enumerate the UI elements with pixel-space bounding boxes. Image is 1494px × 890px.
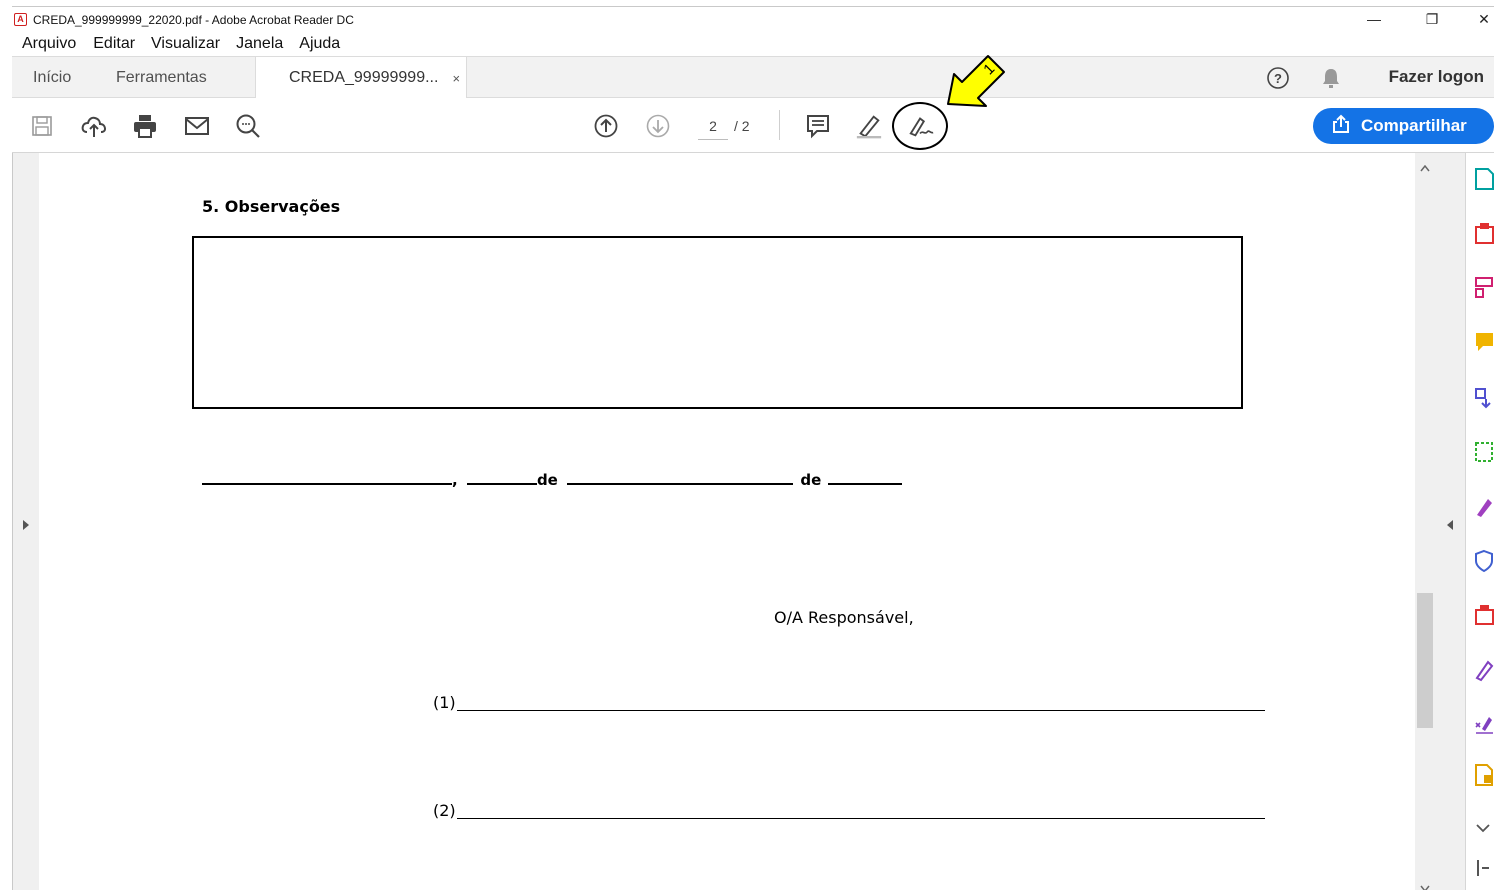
scroll-thumb[interactable] [1417,593,1433,728]
page-total: / 2 [734,118,750,134]
pdf-icon: A [14,13,27,26]
right-panel-toggle-area [1435,153,1465,890]
tab-document-label: CREDA_99999999... [289,69,439,86]
document-viewport[interactable]: 5. Observações , de de O/A Responsável, … [12,153,1494,890]
email-icon[interactable] [183,112,211,140]
fill-sign-icon[interactable] [1474,495,1494,524]
save-icon[interactable] [28,112,56,140]
day-blank [466,470,537,485]
comment-icon[interactable] [804,112,832,140]
window-title: CREDA_999999999_22020.pdf - Adobe Acroba… [33,12,354,27]
highlight-circle [892,102,948,150]
signature-1-label: (1) [433,693,456,712]
tab-document[interactable]: CREDA_99999999... × [255,57,467,99]
print-production-icon[interactable] [1474,603,1494,632]
tab-ferramentas[interactable]: Ferramentas [116,57,207,98]
login-link[interactable]: Fazer logon [1389,67,1484,87]
tools-pane [1465,153,1494,890]
request-signature-icon[interactable] [1474,711,1494,740]
export-pdf-icon[interactable] [1474,167,1494,196]
menu-ajuda[interactable]: Ajuda [299,35,340,53]
left-panel-collapsed [12,153,39,890]
menu-arquivo[interactable]: Arquivo [22,35,76,53]
tab-bar: Início Ferramentas CREDA_99999999... × ?… [12,56,1494,99]
section-heading: 5. Observações [202,197,341,216]
protect-icon[interactable] [1474,549,1494,578]
vertical-scrollbar[interactable] [1415,153,1435,890]
comment-tool-icon[interactable] [1474,330,1494,359]
bell-icon[interactable] [1320,66,1342,95]
observations-box [192,236,1243,409]
highlight-pen-icon[interactable] [855,112,883,140]
more-tools-chevron-icon[interactable] [1476,820,1490,838]
previous-page-icon[interactable] [592,112,620,140]
share-button[interactable]: Compartilhar [1313,108,1494,144]
page-number-input[interactable]: 2 [698,116,728,140]
close-button[interactable]: ✕ [1462,7,1494,31]
expand-left-panel-icon[interactable] [22,518,30,536]
menu-bar: Arquivo Editar Visualizar Janela Ajuda [12,32,1494,56]
menu-janela[interactable]: Janela [236,35,283,53]
tab-inicio[interactable]: Início [33,57,71,98]
menu-editar[interactable]: Editar [93,35,135,53]
share-label: Compartilhar [1361,116,1467,135]
menu-visualizar[interactable]: Visualizar [151,35,220,53]
signature-2-line [457,818,1265,819]
date-de-2: de [800,471,822,489]
restore-button[interactable]: ❐ [1410,7,1454,31]
sign-tool-icon[interactable] [1474,658,1494,687]
send-review-icon[interactable] [1474,763,1494,792]
year-blank [828,470,903,485]
compress-icon[interactable] [1474,440,1494,469]
help-icon[interactable]: ? [1266,66,1290,95]
responsible-label: O/A Responsável, [774,608,914,627]
scroll-up-icon[interactable] [1420,159,1430,177]
date-line: , de de [202,470,903,489]
toolbar: 2 / 2 Compartilhar [12,98,1494,153]
next-page-icon[interactable] [644,112,672,140]
tab-close-icon[interactable]: × [452,71,460,86]
cloud-upload-icon[interactable] [80,112,108,140]
customize-tools-icon[interactable] [1476,858,1490,883]
month-blank [567,470,794,485]
toolbar-divider [779,110,780,140]
signature-2-label: (2) [433,801,456,820]
pdf-page: 5. Observações , de de O/A Responsável, … [39,153,1427,890]
minimize-button[interactable]: — [1352,7,1396,31]
title-bar: A CREDA_999999999_22020.pdf - Adobe Acro… [12,6,1494,32]
signature-1-line [457,710,1265,711]
combine-files-icon[interactable] [1474,385,1494,414]
zoom-search-icon[interactable] [234,112,262,140]
create-pdf-icon[interactable] [1474,221,1494,250]
svg-text:?: ? [1274,71,1282,86]
callout-arrow-icon: 1 [947,55,1005,107]
date-de-1: de [536,471,558,489]
scroll-down-icon[interactable] [1420,879,1430,890]
collapse-right-panel-icon[interactable] [1446,518,1454,536]
print-icon[interactable] [131,112,159,140]
date-comma: , [452,471,458,489]
place-blank [202,470,452,485]
share-icon [1331,114,1351,139]
organize-pages-icon[interactable] [1474,275,1494,304]
